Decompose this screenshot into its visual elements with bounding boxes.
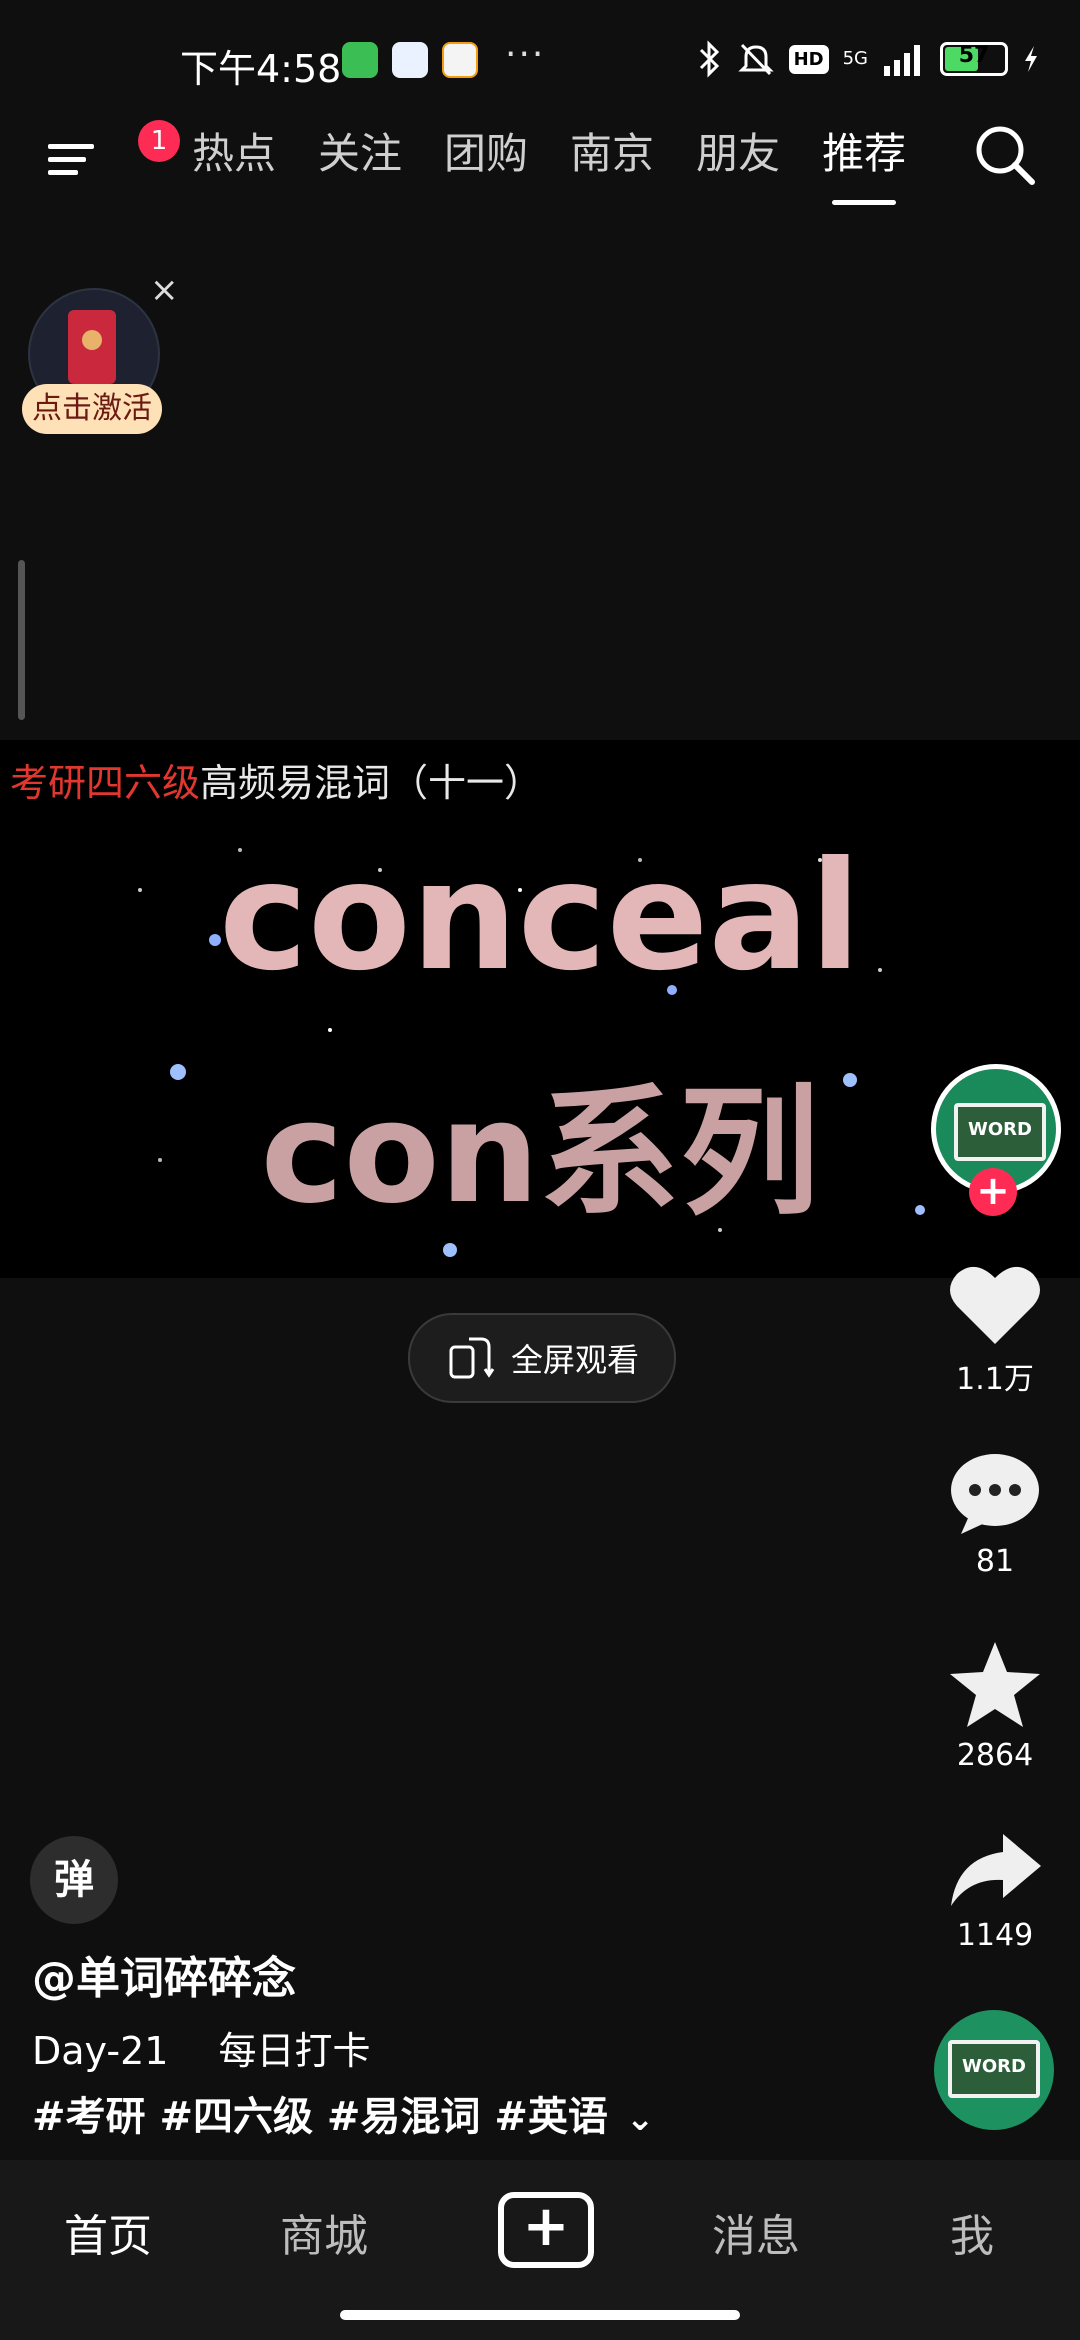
- nav-me[interactable]: 我: [892, 2200, 1052, 2264]
- post-day: Day-21: [32, 2029, 169, 2073]
- notification-app-icon-2: [392, 42, 428, 78]
- bell-muted-icon: [737, 43, 774, 76]
- red-packet-close-button[interactable]: ×: [150, 270, 179, 310]
- like-count: 1.1万: [956, 1362, 1034, 1397]
- signal-icon: [884, 45, 920, 76]
- share-arrow-icon: [951, 1834, 1041, 1906]
- post-checkin: 每日打卡: [218, 2029, 371, 2073]
- tab-friends[interactable]: 朋友: [696, 120, 780, 181]
- red-packet-activate-label[interactable]: 点击激活: [22, 384, 162, 434]
- nav-mall[interactable]: 商城: [244, 2200, 404, 2264]
- status-more-icon: ···: [505, 34, 546, 75]
- video-caption-title: 考研四六级高频易混词（十一）: [10, 752, 542, 807]
- star-icon: [950, 1642, 1040, 1727]
- rotate-screen-icon: [449, 1337, 495, 1379]
- charging-icon: [1025, 46, 1037, 72]
- post-description: Day-21 每日打卡: [32, 2020, 370, 2075]
- comment-action[interactable]: 81: [925, 1450, 1065, 1579]
- search-button[interactable]: [970, 120, 1040, 190]
- search-icon: [976, 126, 1035, 185]
- comment-count: 81: [975, 1544, 1015, 1579]
- comment-icon: [951, 1454, 1039, 1534]
- feed-tabs: 热点 关注 团购 南京 朋友 推荐: [138, 120, 948, 205]
- tab-local[interactable]: 南京: [570, 120, 654, 181]
- video-player[interactable]: 考研四六级高频易混词（十一） conceal con系列: [0, 740, 1080, 1278]
- heart-icon: [950, 1266, 1040, 1344]
- post-hashtags[interactable]: #考研 #四六级 #易混词 #英语 ⌄: [32, 2084, 654, 2142]
- favorite-action[interactable]: 2864: [925, 1640, 1065, 1773]
- top-nav: 1 热点 关注 团购 南京 朋友 推荐: [0, 110, 1080, 210]
- battery-icon: 57: [940, 42, 1008, 76]
- video-word: conceal: [218, 830, 862, 1004]
- video-caption-rest: 高频易混词（十一）: [200, 761, 543, 805]
- red-packet-widget[interactable]: 点击激活 ×: [20, 270, 179, 450]
- menu-button[interactable]: 1: [44, 120, 180, 188]
- music-disc-chalkboard: WORD: [948, 2040, 1040, 2098]
- fullscreen-button[interactable]: 全屏观看: [408, 1313, 676, 1403]
- bottom-nav: 首页 商城 + 消息 我: [0, 2160, 1080, 2340]
- favorite-count: 2864: [956, 1738, 1034, 1773]
- tab-group-buy[interactable]: 团购: [444, 120, 528, 181]
- status-bar: 下午4:58 ··· HD 5G 57: [0, 0, 1080, 120]
- share-count: 1149: [956, 1918, 1034, 1953]
- scroll-indicator: [18, 560, 25, 720]
- tab-hot[interactable]: 热点: [192, 120, 276, 181]
- tab-partial[interactable]: [138, 120, 162, 181]
- video-caption-highlight: 考研四六级: [10, 761, 201, 805]
- avatar-chalkboard: WORD: [954, 1103, 1046, 1161]
- nav-home[interactable]: 首页: [28, 2200, 188, 2264]
- notification-app-icon-3: [442, 42, 478, 78]
- follow-button[interactable]: +: [969, 1168, 1017, 1216]
- network-type: 5G: [842, 48, 868, 69]
- nav-messages[interactable]: 消息: [676, 2200, 836, 2264]
- hd-badge: HD: [788, 44, 829, 74]
- notification-app-icon-1: [342, 42, 378, 78]
- red-envelope-icon: [68, 310, 116, 384]
- share-action[interactable]: 1149: [925, 1830, 1065, 1953]
- status-time: 下午4:58: [180, 47, 342, 91]
- battery-level: 57: [958, 43, 990, 68]
- author-name[interactable]: @单词碎碎念: [32, 1942, 296, 2006]
- like-action[interactable]: 1.1万: [925, 1260, 1065, 1398]
- fullscreen-label: 全屏观看: [510, 1341, 639, 1379]
- danmaku-toggle-button[interactable]: 弹: [30, 1836, 118, 1924]
- menu-icon: [48, 144, 94, 175]
- music-disc[interactable]: WORD: [934, 2010, 1054, 2130]
- home-indicator[interactable]: [340, 2310, 740, 2320]
- video-series: con系列: [260, 1072, 820, 1235]
- hashtag-text[interactable]: #考研 #四六级 #易混词 #英语: [32, 2094, 608, 2140]
- expand-chevron-icon[interactable]: ⌄: [626, 2099, 655, 2139]
- create-post-button[interactable]: +: [498, 2192, 594, 2268]
- tab-following[interactable]: 关注: [318, 120, 402, 181]
- bluetooth-icon: [699, 40, 719, 78]
- tab-recommended[interactable]: 推荐: [822, 120, 906, 205]
